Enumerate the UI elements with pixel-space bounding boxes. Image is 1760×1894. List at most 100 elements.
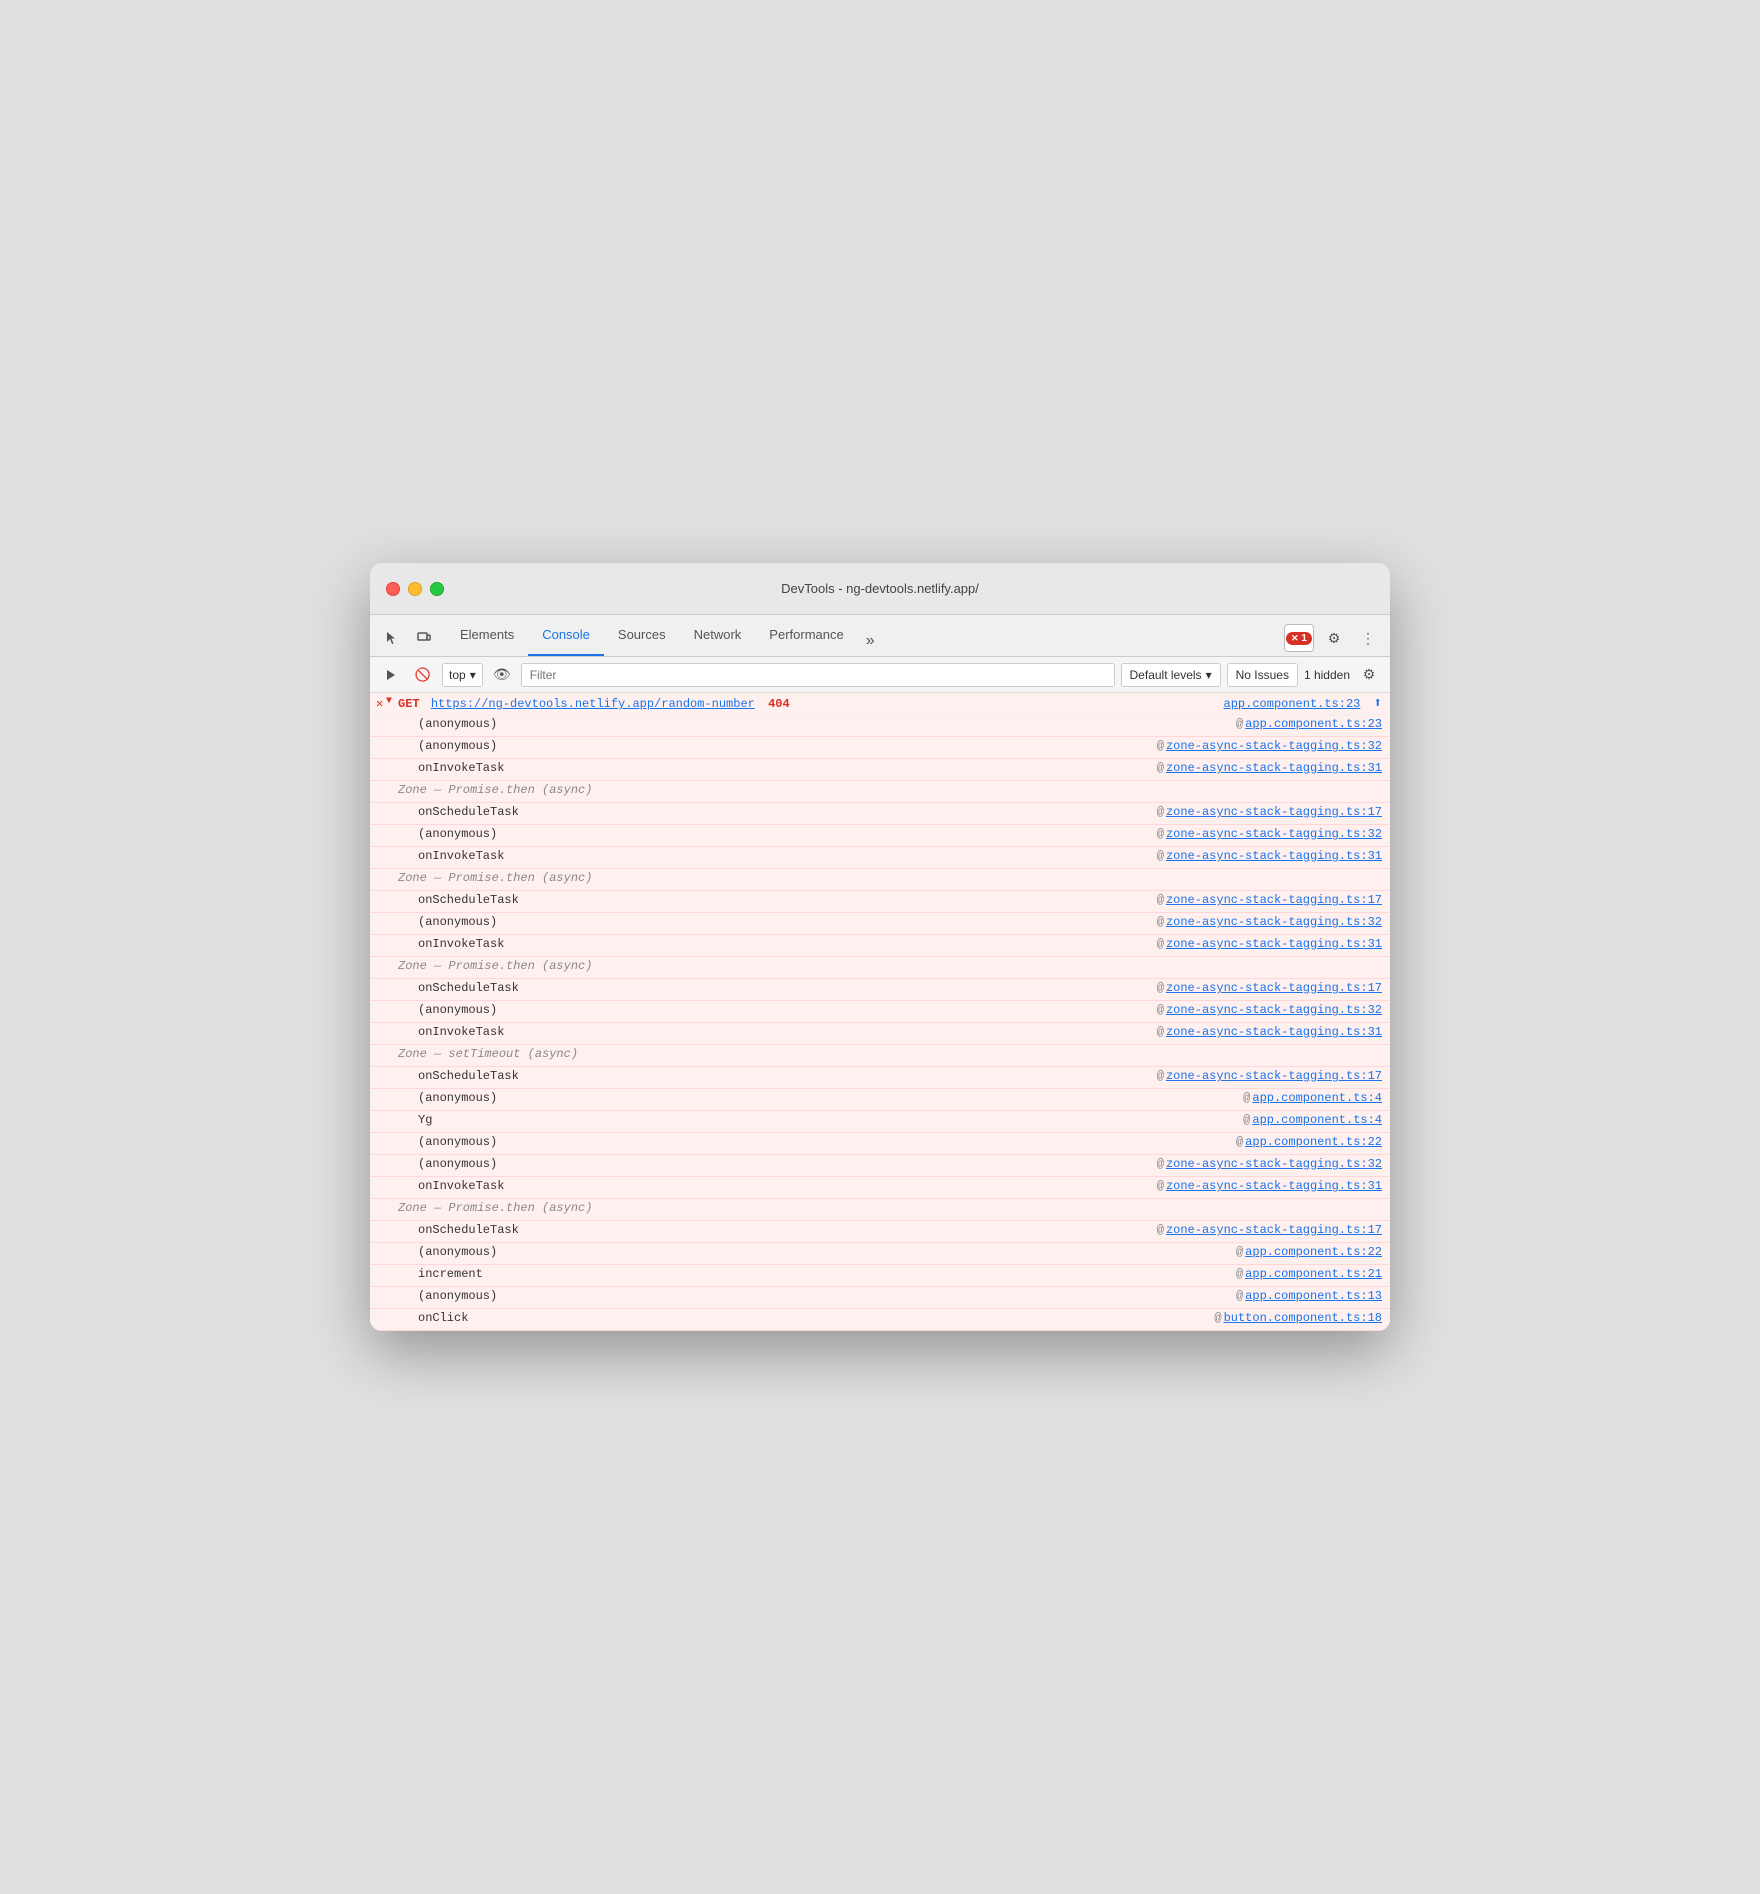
source-location: @zone-async-stack-tagging.ts:32 xyxy=(1141,915,1382,929)
block-icon: 🚫 xyxy=(415,667,431,683)
at-prefix: @ xyxy=(1243,1091,1250,1105)
at-prefix: @ xyxy=(1157,893,1164,907)
source-link[interactable]: zone-async-stack-tagging.ts:32 xyxy=(1166,827,1382,841)
source-link[interactable]: zone-async-stack-tagging.ts:17 xyxy=(1166,1069,1382,1083)
source-link[interactable]: button.component.ts:18 xyxy=(1224,1311,1382,1325)
source-link[interactable]: zone-async-stack-tagging.ts:17 xyxy=(1166,1223,1382,1237)
source-link[interactable]: zone-async-stack-tagging.ts:32 xyxy=(1166,1003,1382,1017)
source-link[interactable]: zone-async-stack-tagging.ts:17 xyxy=(1166,805,1382,819)
more-options-button[interactable]: ⋮ xyxy=(1354,624,1382,652)
eye-button[interactable]: 👁 xyxy=(489,662,515,688)
source-location: @zone-async-stack-tagging.ts:32 xyxy=(1141,1003,1382,1017)
source-location: @zone-async-stack-tagging.ts:17 xyxy=(1141,1223,1382,1237)
at-prefix: @ xyxy=(1236,1267,1243,1281)
dropdown-arrow-icon: ▾ xyxy=(470,668,476,682)
source-link[interactable]: zone-async-stack-tagging.ts:17 xyxy=(1166,981,1382,995)
console-row: (anonymous) @zone-async-stack-tagging.ts… xyxy=(370,825,1390,847)
source-location: @zone-async-stack-tagging.ts:17 xyxy=(1141,805,1382,819)
maximize-button[interactable] xyxy=(430,582,444,596)
log-levels-button[interactable]: Default levels ▾ xyxy=(1121,663,1221,687)
source-link[interactable]: app.component.ts:21 xyxy=(1245,1267,1382,1281)
row-content: (anonymous) xyxy=(398,1135,1220,1149)
filter-input[interactable] xyxy=(521,663,1115,687)
upload-icon[interactable]: ⬆ xyxy=(1374,696,1382,712)
minimize-button[interactable] xyxy=(408,582,422,596)
at-prefix: @ xyxy=(1157,1025,1164,1039)
context-selector[interactable]: top ▾ xyxy=(442,663,483,687)
hidden-count: 1 hidden xyxy=(1304,668,1350,682)
async-zone-label: Zone — Promise.then (async) xyxy=(398,871,1382,885)
source-location: @zone-async-stack-tagging.ts:32 xyxy=(1141,1157,1382,1171)
no-issues-button[interactable]: No Issues xyxy=(1227,663,1298,687)
tab-console[interactable]: Console xyxy=(528,615,604,656)
console-row: (anonymous) @zone-async-stack-tagging.ts… xyxy=(370,913,1390,935)
console-row: (anonymous) @app.component.ts:22 xyxy=(370,1243,1390,1265)
devtools-window: DevTools - ng-devtools.netlify.app/ Elem… xyxy=(370,563,1390,1331)
source-link[interactable]: zone-async-stack-tagging.ts:32 xyxy=(1166,739,1382,753)
block-button[interactable]: 🚫 xyxy=(410,662,436,688)
source-link[interactable]: zone-async-stack-tagging.ts:31 xyxy=(1166,849,1382,863)
source-location: @zone-async-stack-tagging.ts:31 xyxy=(1141,937,1382,951)
more-tabs-button[interactable]: » xyxy=(858,626,883,656)
source-link[interactable]: app.component.ts:22 xyxy=(1245,1135,1382,1149)
source-link[interactable]: app.component.ts:4 xyxy=(1252,1091,1382,1105)
tab-sources[interactable]: Sources xyxy=(604,615,680,656)
console-row: increment @app.component.ts:21 xyxy=(370,1265,1390,1287)
console-content: ✕ ▼ GET https://ng-devtools.netlify.app/… xyxy=(370,693,1390,1331)
row-content: onScheduleTask xyxy=(398,1069,1141,1083)
levels-label: Default levels xyxy=(1130,668,1202,682)
row-content: (anonymous) xyxy=(398,1003,1141,1017)
source-link[interactable]: zone-async-stack-tagging.ts:32 xyxy=(1166,915,1382,929)
clear-console-button[interactable] xyxy=(378,662,404,688)
source-link[interactable]: app.component.ts:4 xyxy=(1252,1113,1382,1127)
console-row: onClick @button.component.ts:18 xyxy=(370,1309,1390,1331)
console-row: (anonymous) @app.component.ts:13 xyxy=(370,1287,1390,1309)
source-link[interactable]: zone-async-stack-tagging.ts:31 xyxy=(1166,761,1382,775)
console-row: onInvokeTask @zone-async-stack-tagging.t… xyxy=(370,847,1390,869)
source-link[interactable]: app.component.ts:23 xyxy=(1245,717,1382,731)
error-count-button[interactable]: ✕ 1 xyxy=(1284,624,1314,652)
row-content: GET https://ng-devtools.netlify.app/rand… xyxy=(398,697,1208,711)
tab-network[interactable]: Network xyxy=(680,615,756,656)
error-url-link[interactable]: https://ng-devtools.netlify.app/random-n… xyxy=(431,697,755,711)
inspect-element-button[interactable] xyxy=(378,624,406,652)
device-toggle-button[interactable] xyxy=(410,624,438,652)
at-prefix: @ xyxy=(1157,937,1164,951)
source-link[interactable]: zone-async-stack-tagging.ts:17 xyxy=(1166,893,1382,907)
console-row: Zone — Promise.then (async) xyxy=(370,869,1390,891)
console-row: (anonymous) @zone-async-stack-tagging.ts… xyxy=(370,737,1390,759)
levels-arrow-icon: ▾ xyxy=(1206,668,1212,682)
source-link[interactable]: app.component.ts:23 xyxy=(1224,697,1361,711)
source-link[interactable]: app.component.ts:13 xyxy=(1245,1289,1382,1303)
console-row: onScheduleTask @zone-async-stack-tagging… xyxy=(370,891,1390,913)
row-content: Yg xyxy=(398,1113,1227,1127)
tab-performance[interactable]: Performance xyxy=(755,615,857,656)
row-content: (anonymous) xyxy=(398,915,1141,929)
titlebar: DevTools - ng-devtools.netlify.app/ xyxy=(370,563,1390,615)
source-link[interactable]: zone-async-stack-tagging.ts:31 xyxy=(1166,937,1382,951)
source-link[interactable]: zone-async-stack-tagging.ts:32 xyxy=(1166,1157,1382,1171)
settings-button[interactable]: ⚙ xyxy=(1320,624,1348,652)
source-location: app.component.ts:23 ⬆ xyxy=(1208,695,1382,712)
close-button[interactable] xyxy=(386,582,400,596)
source-location: @app.component.ts:22 xyxy=(1220,1135,1382,1149)
source-link[interactable]: zone-async-stack-tagging.ts:31 xyxy=(1166,1179,1382,1193)
console-row: onScheduleTask @zone-async-stack-tagging… xyxy=(370,979,1390,1001)
console-row: onScheduleTask @zone-async-stack-tagging… xyxy=(370,1067,1390,1089)
console-settings-button[interactable]: ⚙ xyxy=(1356,662,1382,688)
tab-actions: ✕ 1 ⚙ ⋮ xyxy=(1284,624,1382,656)
tab-elements[interactable]: Elements xyxy=(446,615,528,656)
console-row: Zone — Promise.then (async) xyxy=(370,781,1390,803)
source-location: @button.component.ts:18 xyxy=(1198,1311,1382,1325)
source-location: @zone-async-stack-tagging.ts:17 xyxy=(1141,1069,1382,1083)
source-location: @zone-async-stack-tagging.ts:32 xyxy=(1141,739,1382,753)
source-location: @zone-async-stack-tagging.ts:32 xyxy=(1141,827,1382,841)
source-link[interactable]: app.component.ts:22 xyxy=(1245,1245,1382,1259)
console-row: onScheduleTask @zone-async-stack-tagging… xyxy=(370,803,1390,825)
row-content: (anonymous) xyxy=(398,1157,1141,1171)
at-prefix: @ xyxy=(1236,1135,1243,1149)
at-prefix: @ xyxy=(1157,1223,1164,1237)
source-link[interactable]: zone-async-stack-tagging.ts:31 xyxy=(1166,1025,1382,1039)
at-prefix: @ xyxy=(1157,915,1164,929)
error-icon: ✕ xyxy=(376,696,383,711)
